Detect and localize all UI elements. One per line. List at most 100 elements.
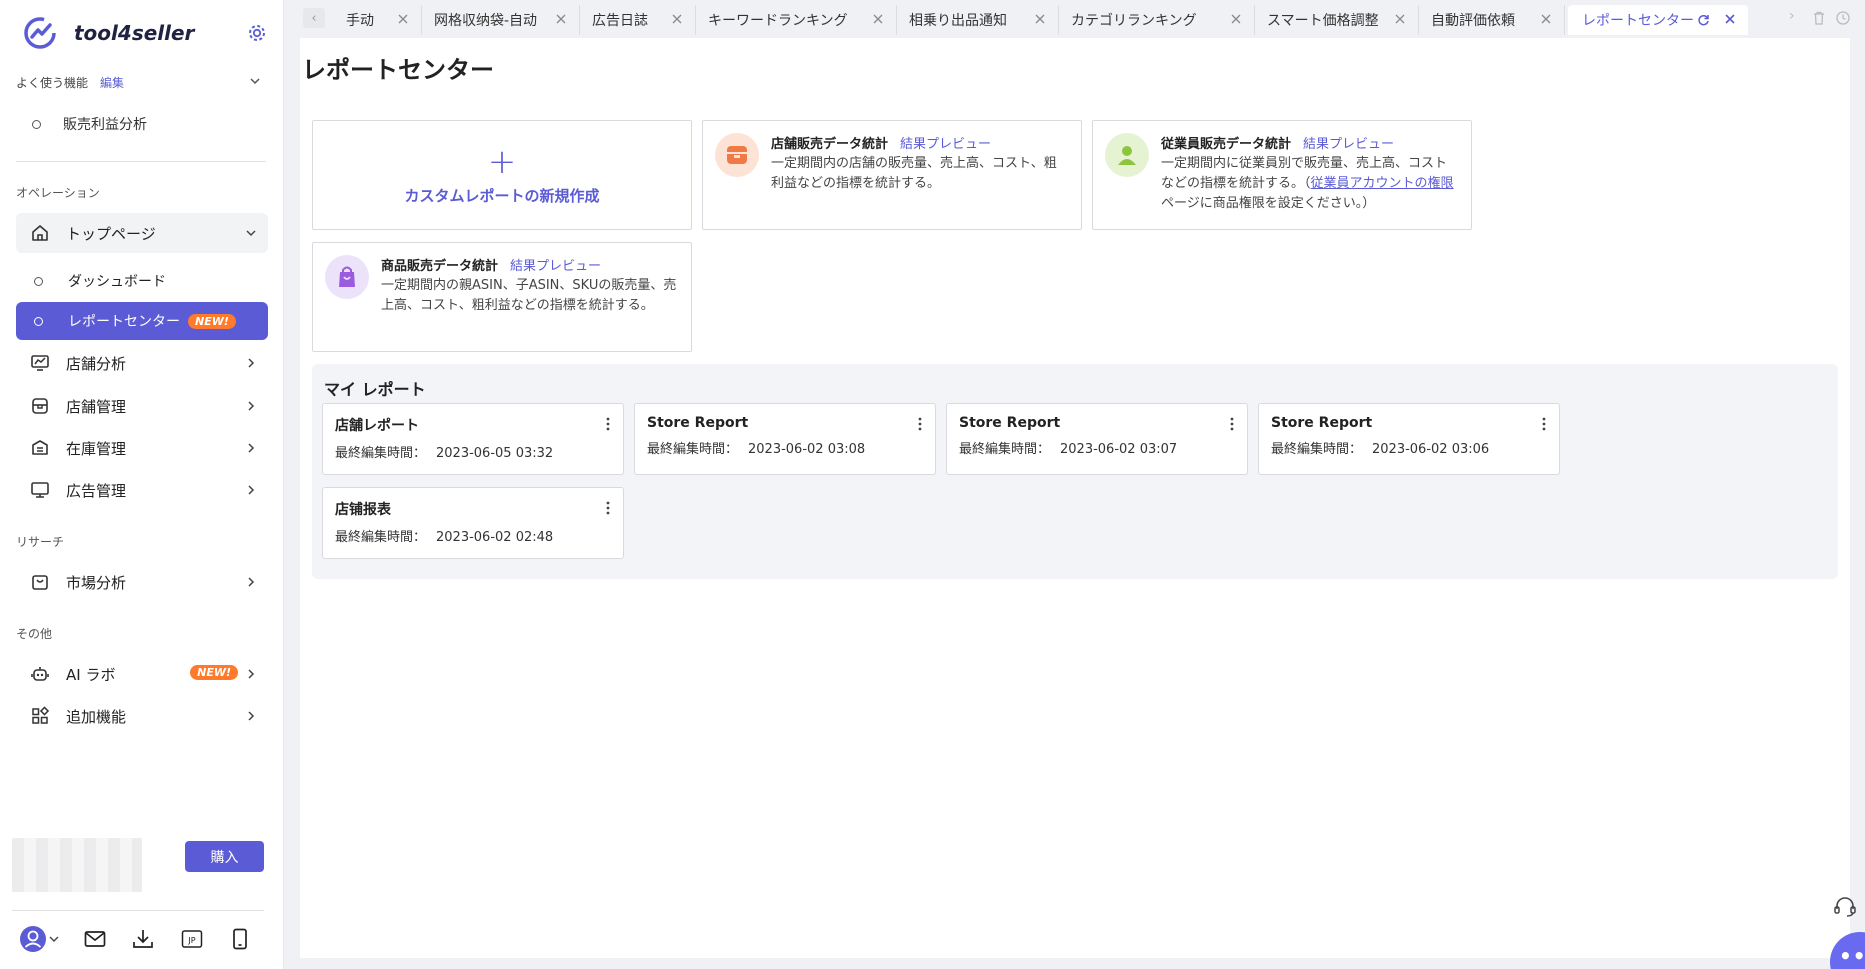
report-card[interactable]: 店铺报表 最終編集時間： 2023-06-02 02:48 bbox=[322, 487, 624, 559]
sidebar-item-ai-lab[interactable]: AI ラボ NEW! bbox=[16, 654, 268, 694]
headset-support-icon[interactable] bbox=[1832, 894, 1858, 920]
download-icon[interactable] bbox=[128, 924, 158, 954]
sidebar-item-dashboard[interactable]: ダッシュボード bbox=[16, 262, 268, 300]
sidebar-item-add-ons[interactable]: 追加機能 bbox=[16, 696, 268, 736]
more-vertical-icon[interactable] bbox=[1539, 416, 1549, 432]
sidebar-item-top-page[interactable]: トップページ bbox=[16, 213, 268, 253]
new-badge: NEW! bbox=[190, 665, 238, 680]
more-vertical-icon[interactable] bbox=[603, 500, 613, 516]
store-icon bbox=[32, 398, 48, 414]
tab-report-center[interactable]: レポートセンター bbox=[1568, 5, 1748, 35]
more-vertical-icon[interactable] bbox=[915, 416, 925, 432]
close-icon[interactable] bbox=[671, 13, 683, 25]
edited-label: 最終編集時間： bbox=[959, 442, 1051, 457]
employee-permission-link[interactable]: 従業員アカウントの権限 bbox=[1311, 176, 1454, 191]
mobile-phone-icon[interactable] bbox=[225, 924, 255, 954]
tab-label: 相乗り出品通知 bbox=[909, 13, 1007, 29]
edited-time: 2023-06-02 03:06 bbox=[1372, 442, 1490, 457]
sidebar-item-inventory[interactable]: 在庫管理 bbox=[16, 428, 268, 468]
tab-keyword-ranking[interactable]: キーワードランキング bbox=[696, 5, 897, 35]
chevron-down-icon[interactable] bbox=[46, 924, 62, 954]
report-card[interactable]: Store Report 最終編集時間： 2023-06-02 03:07 bbox=[946, 403, 1248, 475]
sidebar-item-market-analysis[interactable]: 市場分析 bbox=[16, 562, 268, 602]
refresh-icon[interactable] bbox=[1697, 14, 1710, 27]
bullet-icon bbox=[34, 276, 43, 286]
close-icon[interactable] bbox=[1394, 13, 1406, 25]
report-name: Store Report bbox=[647, 415, 749, 431]
template-title: 従業員販売データ統計 bbox=[1161, 137, 1292, 152]
template-card-store-sales[interactable]: 店舗販売データ統計 結果プレビュー 一定期間内の店舗の販売量、売上高、コスト、粗利… bbox=[702, 120, 1082, 230]
history-clock-icon[interactable] bbox=[1835, 10, 1851, 26]
trash-icon[interactable] bbox=[1811, 10, 1827, 26]
language-jp-icon[interactable]: JP bbox=[177, 924, 207, 954]
close-icon[interactable] bbox=[555, 13, 567, 25]
report-card[interactable]: Store Report 最終編集時間： 2023-06-02 03:06 bbox=[1258, 403, 1560, 475]
favorites-edit-link[interactable]: 編集 bbox=[100, 74, 124, 91]
buy-button[interactable]: 購入 bbox=[185, 841, 264, 872]
tab-ad-journal[interactable]: 広告日誌 bbox=[580, 5, 696, 35]
tab-manual[interactable]: 手动 bbox=[334, 5, 422, 35]
sidebar-item-report-center[interactable]: レポートセンター NEW! bbox=[16, 302, 268, 340]
sidebar-item-store-analysis[interactable]: 店舗分析 bbox=[16, 343, 268, 383]
close-icon[interactable] bbox=[1034, 13, 1046, 25]
apps-grid-icon bbox=[32, 706, 50, 724]
close-icon[interactable] bbox=[1724, 13, 1736, 25]
tab-smart-repricer[interactable]: スマート価格調整 bbox=[1255, 5, 1419, 35]
chart-monitor-icon bbox=[31, 355, 49, 371]
preview-link[interactable]: 結果プレビュー bbox=[1303, 137, 1394, 152]
tab-mesh-bag-auto[interactable]: 网格収纳袋-自动 bbox=[422, 5, 580, 35]
edited-label: 最終編集時間： bbox=[335, 446, 427, 461]
sidebar-item-label: 在庫管理 bbox=[66, 439, 127, 458]
tab-auto-review-request[interactable]: 自動評価依頼 bbox=[1419, 5, 1565, 35]
tab-scroll-right-icon[interactable]: › bbox=[1789, 8, 1795, 24]
divider bbox=[16, 161, 266, 162]
template-description: 一定期間内の店舗の販売量、売上高、コスト、粗利益などの指標を統計する。 bbox=[771, 156, 1057, 191]
edited-time: 2023-06-05 03:32 bbox=[436, 446, 554, 461]
tab-tools: › bbox=[1785, 8, 1857, 30]
close-icon[interactable] bbox=[1230, 13, 1242, 25]
tab-label: 手动 bbox=[346, 13, 374, 29]
close-icon[interactable] bbox=[872, 13, 884, 25]
close-icon[interactable] bbox=[397, 13, 409, 25]
inventory-box-icon bbox=[32, 440, 48, 455]
edited-time: 2023-06-02 03:08 bbox=[748, 442, 866, 457]
sidebar-item-label: 追加機能 bbox=[66, 707, 127, 726]
divider bbox=[12, 910, 264, 911]
tab-hijacker-alert[interactable]: 相乗り出品通知 bbox=[897, 5, 1059, 35]
template-card-product-sales[interactable]: 商品販売データ統計 結果プレビュー 一定期間内の親ASIN、子ASIN、SKUの販… bbox=[312, 242, 692, 352]
user-avatar-icon[interactable] bbox=[18, 924, 48, 954]
edited-time: 2023-06-02 03:07 bbox=[1060, 442, 1178, 457]
tab-scroll-left-icon[interactable]: ‹ bbox=[303, 8, 325, 28]
svg-text:JP: JP bbox=[187, 936, 195, 945]
bottom-toolbar: JP bbox=[18, 924, 268, 958]
preview-link[interactable]: 結果プレビュー bbox=[510, 259, 601, 274]
sidebar-item-label: 店舗分析 bbox=[66, 354, 127, 373]
mail-icon[interactable] bbox=[80, 924, 110, 954]
sidebar-item-label: ダッシュボード bbox=[68, 274, 166, 290]
edited-time: 2023-06-02 02:48 bbox=[436, 530, 554, 545]
more-horizontal-icon: ••• bbox=[1839, 944, 1865, 968]
close-icon[interactable] bbox=[1540, 13, 1552, 25]
report-card[interactable]: 店舗レポート 最終編集時間： 2023-06-05 03:32 bbox=[322, 403, 624, 475]
tab-category-ranking[interactable]: カテゴリランキング bbox=[1059, 5, 1255, 35]
new-custom-report-card[interactable]: + カスタムレポートの新規作成 bbox=[312, 120, 692, 230]
more-vertical-icon[interactable] bbox=[603, 416, 613, 432]
report-name: Store Report bbox=[959, 415, 1061, 431]
favorite-item-profit-analysis[interactable]: 販売利益分析 bbox=[32, 113, 147, 135]
report-card[interactable]: Store Report 最終編集時間： 2023-06-02 03:08 bbox=[634, 403, 936, 475]
description-text: ページに商品権限を設定ください。） bbox=[1161, 196, 1376, 211]
new-custom-report-label: カスタムレポートの新規作成 bbox=[404, 186, 600, 205]
template-card-employee-sales[interactable]: 従業員販売データ統計 結果プレビュー 一定期間内に従業員別で販売量、売上高、コスト… bbox=[1092, 120, 1472, 230]
gear-icon[interactable] bbox=[246, 22, 268, 44]
logo-icon bbox=[24, 17, 56, 49]
more-vertical-icon[interactable] bbox=[1227, 416, 1237, 432]
sidebar-item-ads[interactable]: 広告管理 bbox=[16, 470, 268, 510]
app-logo[interactable]: tool4seller bbox=[22, 14, 272, 52]
chevron-down-icon[interactable] bbox=[248, 74, 262, 88]
chevron-right-icon bbox=[248, 485, 255, 495]
preview-link[interactable]: 結果プレビュー bbox=[900, 137, 991, 152]
sidebar-item-store-management[interactable]: 店舗管理 bbox=[16, 386, 268, 426]
tab-label: 自動評価依頼 bbox=[1431, 13, 1515, 29]
sidebar-item-label: トップページ bbox=[66, 224, 156, 243]
my-reports-title: マイ レポート bbox=[324, 380, 426, 399]
